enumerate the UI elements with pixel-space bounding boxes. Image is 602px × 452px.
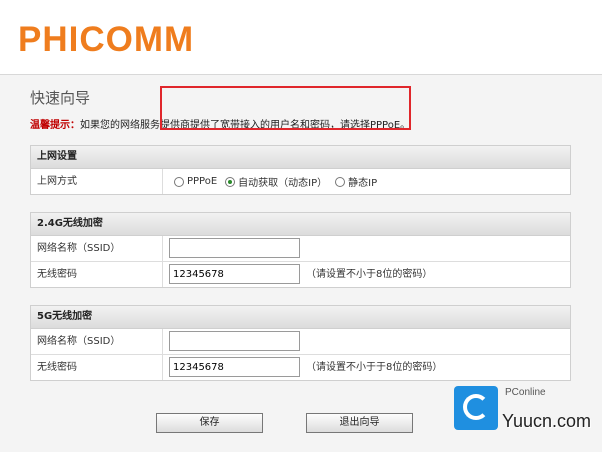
tip-message: 如果您的网络服务提供商提供了宽带接入的用户名和密码，请选择PPPoE。: [80, 120, 411, 131]
wifi-24g-password-hint: （请设置不小于8位的密码）: [306, 269, 433, 280]
radio-pppoe-label: PPPoE: [187, 176, 218, 187]
connection-mode-radio-group: PPPoE 自动获取（动态IP） 静态IP: [174, 169, 385, 194]
tip-text: 温馨提示：如果您的网络服务提供商提供了宽带接入的用户名和密码，请选择PPPoE。: [30, 116, 410, 131]
wifi-5g-password-value: （请设置不小于于8位的密码）: [164, 355, 570, 380]
wifi-5g-ssid-label: 网络名称（SSID）: [31, 329, 163, 354]
wifi-24g-ssid-value: [164, 236, 570, 261]
page-title: 快速向导: [30, 89, 91, 107]
radio-static-ip-circle[interactable]: [335, 176, 346, 187]
wifi-24g-section: 2.4G无线加密 网络名称（SSID） 无线密码 （请设置不小于8位的密码）: [30, 212, 571, 288]
wifi-24g-password-value: （请设置不小于8位的密码）: [164, 262, 570, 287]
phicomm-logo: PHICOMM: [18, 20, 195, 59]
radio-dhcp[interactable]: 自动获取（动态IP）: [225, 174, 327, 189]
watermark-main-text: Yuucn.com: [502, 411, 592, 431]
wifi-5g-ssid-input[interactable]: [169, 331, 300, 351]
wifi-24g-ssid-row: 网络名称（SSID）: [31, 236, 570, 262]
radio-static-ip-label: 静态IP: [348, 178, 378, 189]
internet-settings-title: 上网设置: [31, 146, 570, 169]
tip-label: 温馨提示：: [30, 120, 80, 131]
wifi-5g-section: 5G无线加密 网络名称（SSID） 无线密码 （请设置不小于于8位的密码）: [30, 305, 571, 381]
wifi-24g-password-input[interactable]: [169, 264, 300, 284]
watermark-top-text: PConline: [505, 387, 546, 398]
save-button[interactable]: 保存: [156, 413, 263, 433]
connection-mode-label: 上网方式: [31, 169, 163, 194]
radio-pppoe[interactable]: PPPoE: [174, 176, 217, 187]
connection-mode-value: PPPoE 自动获取（动态IP） 静态IP: [164, 169, 570, 194]
pconline-logo-icon: [454, 386, 498, 430]
wifi-5g-password-label: 无线密码: [31, 355, 163, 380]
wifi-5g-password-hint: （请设置不小于于8位的密码）: [306, 362, 443, 373]
wifi-5g-title: 5G无线加密: [31, 306, 570, 329]
connection-mode-row: 上网方式 PPPoE 自动获取（动态IP） 静态IP: [31, 169, 570, 194]
wifi-24g-ssid-label: 网络名称（SSID）: [31, 236, 163, 261]
exit-wizard-button[interactable]: 退出向导: [306, 413, 413, 433]
wifi-24g-title: 2.4G无线加密: [31, 213, 570, 236]
internet-settings-section: 上网设置 上网方式 PPPoE 自动获取（动态IP） 静态IP: [30, 145, 571, 195]
wifi-24g-password-label: 无线密码: [31, 262, 163, 287]
radio-static-ip[interactable]: 静态IP: [335, 174, 377, 189]
wifi-5g-ssid-value: [164, 329, 570, 354]
watermark: PConline Yuucn.com: [450, 386, 602, 452]
wifi-24g-ssid-input[interactable]: [169, 238, 300, 258]
radio-pppoe-circle[interactable]: [174, 176, 184, 187]
radio-dhcp-label: 自动获取（动态IP）: [238, 178, 328, 189]
radio-dhcp-circle[interactable]: [225, 176, 236, 187]
wifi-24g-password-row: 无线密码 （请设置不小于8位的密码）: [31, 262, 570, 287]
wifi-5g-password-row: 无线密码 （请设置不小于于8位的密码）: [31, 355, 570, 380]
wifi-5g-ssid-row: 网络名称（SSID）: [31, 329, 570, 355]
header: PHICOMM: [0, 0, 602, 75]
wifi-5g-password-input[interactable]: [169, 357, 300, 377]
